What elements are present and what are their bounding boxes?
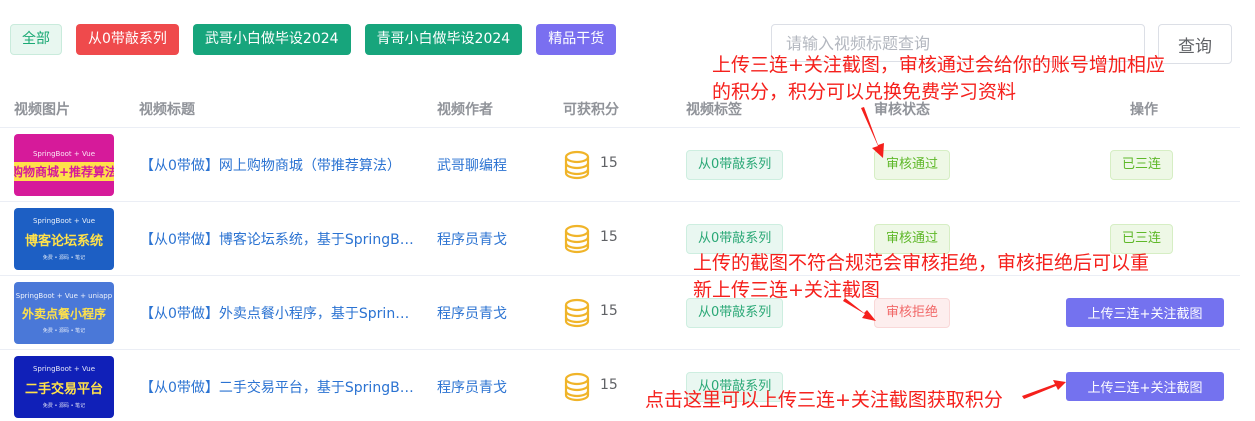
- video-title-link[interactable]: 【从0带做】二手交易平台，基于SpringBoot: [140, 377, 415, 397]
- header-points: 可获积分: [563, 102, 619, 118]
- video-author: 程序员青戈: [437, 306, 507, 322]
- video-thumbnail[interactable]: SpringBoot + Vue 二手交易平台 免费 • 源码 • 笔记: [14, 356, 114, 418]
- video-author: 武哥聊编程: [437, 158, 507, 174]
- coin-icon: [563, 372, 591, 406]
- thumb-tech: SpringBoot + Vue + uniapp: [15, 292, 113, 300]
- header-author: 视频作者: [437, 102, 493, 118]
- action-done-badge: 已三连: [1110, 150, 1174, 180]
- video-title-link[interactable]: 【从0带做】博客论坛系统，基于SpringBoot: [140, 229, 415, 249]
- upload-screenshot-button[interactable]: 上传三连+关注截图: [1066, 372, 1224, 401]
- video-author: 程序员青戈: [437, 232, 507, 248]
- status-badge: 审核通过: [874, 150, 951, 180]
- coin-icon: [563, 150, 591, 184]
- filter-wuge[interactable]: 武哥小白做毕设2024: [192, 24, 351, 55]
- header-title: 视频标题: [139, 102, 195, 118]
- thumb-title: 二手交易平台: [24, 382, 103, 397]
- thumb-title: 购物商城+推荐算法: [14, 161, 114, 181]
- thumb-title: 外卖点餐小程序: [21, 307, 106, 321]
- table-row: SpringBoot + Vue 二手交易平台 免费 • 源码 • 笔记 【从0…: [0, 350, 1240, 421]
- thumb-subtitle: 免费 • 源码 • 笔记: [42, 255, 86, 261]
- video-tag: 从0带敲系列: [686, 150, 784, 180]
- thumb-tech: SpringBoot + Vue: [32, 217, 96, 225]
- points-value: 15: [600, 155, 618, 171]
- points-value: 15: [600, 377, 618, 393]
- thumb-tech: SpringBoot + Vue: [32, 149, 96, 158]
- video-thumbnail[interactable]: SpringBoot + Vue 博客论坛系统 免费 • 源码 • 笔记: [14, 208, 114, 270]
- video-title-link[interactable]: 【从0带做】外卖点餐小程序，基于SpringBoot: [140, 303, 415, 323]
- table-row: SpringBoot + Vue 购物商城+推荐算法 【从0带做】网上购物商城（…: [0, 128, 1240, 202]
- filter-premium[interactable]: 精品干货: [536, 24, 617, 55]
- thumb-tech: SpringBoot + Vue: [32, 365, 96, 373]
- annotation-note-approval: 上传三连+关注截图，审核通过会给你的账号增加相应 的积分，积分可以兑换免费学习资…: [712, 52, 1165, 106]
- annotation-line: 上传的截图不符合规范会审核拒绝，审核拒绝后可以重: [693, 252, 1150, 274]
- points-value: 15: [600, 303, 618, 319]
- filter-qingge[interactable]: 青哥小白做毕设2024: [364, 24, 523, 55]
- coin-icon: [563, 224, 591, 258]
- points-value: 15: [600, 229, 618, 245]
- category-filter-bar: 全部 从0带敲系列 武哥小白做毕设2024 青哥小白做毕设2024 精品干货: [10, 24, 617, 56]
- annotation-note-rejection: 上传的截图不符合规范会审核拒绝，审核拒绝后可以重 新上传三连+关注截图: [693, 250, 1149, 304]
- video-thumbnail[interactable]: SpringBoot + Vue 购物商城+推荐算法: [14, 134, 114, 196]
- filter-series[interactable]: 从0带敲系列: [76, 24, 179, 55]
- thumb-subtitle: 免费 • 源码 • 笔记: [42, 403, 86, 409]
- thumb-subtitle: 免费 • 源码 • 笔记: [42, 328, 86, 334]
- annotation-note-upload: 点击这里可以上传三连+关注截图获取积分: [645, 389, 1003, 411]
- header-image: 视频图片: [14, 102, 70, 118]
- video-author: 程序员青戈: [437, 380, 507, 396]
- annotation-line: 上传三连+关注截图，审核通过会给你的账号增加相应: [712, 54, 1165, 76]
- thumb-title: 博客论坛系统: [24, 234, 103, 249]
- filter-all[interactable]: 全部: [10, 24, 62, 55]
- video-thumbnail[interactable]: SpringBoot + Vue + uniapp 外卖点餐小程序 免费 • 源…: [14, 282, 114, 344]
- annotation-line: 的积分，积分可以兑换免费学习资料: [712, 81, 1017, 103]
- search-button[interactable]: 查询: [1158, 24, 1232, 64]
- coin-icon: [563, 298, 591, 332]
- annotation-line: 新上传三连+关注截图: [693, 279, 880, 301]
- video-title-link[interactable]: 【从0带做】网上购物商城（带推荐算法）: [140, 155, 415, 175]
